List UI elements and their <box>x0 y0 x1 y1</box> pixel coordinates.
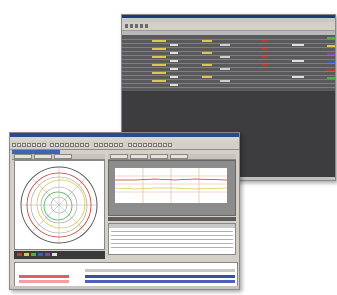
toolbar-button-icon[interactable] <box>148 143 152 147</box>
toolbar-button-icon[interactable] <box>12 143 16 147</box>
toolbar-button-icon[interactable] <box>114 143 118 147</box>
toolbar-button-icon[interactable] <box>22 143 26 147</box>
toolbar-button-icon[interactable] <box>17 143 21 147</box>
legend-swatch-icon <box>38 253 43 256</box>
tab[interactable] <box>150 154 168 159</box>
toolbar-button-icon[interactable] <box>153 143 157 147</box>
toolbar-button-icon[interactable] <box>94 143 98 147</box>
polar-chart-icon <box>20 166 98 244</box>
polar-chart-panel[interactable] <box>14 160 105 250</box>
table-header[interactable] <box>85 269 235 272</box>
status-bar <box>10 286 239 289</box>
toolbar-button-icon[interactable] <box>168 143 172 147</box>
legend-swatch-icon <box>45 253 50 256</box>
tab[interactable] <box>54 154 72 159</box>
toolbar-button-icon[interactable] <box>163 143 167 147</box>
toolbar-button-icon[interactable] <box>70 143 74 147</box>
toolbar-button-icon[interactable] <box>158 143 162 147</box>
event-table[interactable] <box>108 223 236 255</box>
toolbar-button-icon[interactable] <box>109 143 113 147</box>
toolbar-button-icon[interactable] <box>138 143 142 147</box>
legend-swatch-icon <box>17 253 22 256</box>
tab[interactable] <box>34 154 52 159</box>
tab[interactable] <box>170 154 188 159</box>
toolbar-button-icon[interactable] <box>130 24 133 28</box>
toolbar-button-icon[interactable] <box>143 143 147 147</box>
toolbar-button-icon[interactable] <box>75 143 79 147</box>
toolbar-button-icon[interactable] <box>27 143 31 147</box>
toolbar-button-icon[interactable] <box>104 143 108 147</box>
toolbar-button-icon[interactable] <box>65 143 69 147</box>
toolbar-button-icon[interactable] <box>60 143 64 147</box>
table-row[interactable] <box>111 243 233 244</box>
toolbar-button-icon[interactable] <box>99 143 103 147</box>
toolbar-button-icon[interactable] <box>85 143 89 147</box>
toolbar-button-icon[interactable] <box>42 143 46 147</box>
toolbar-button-icon[interactable] <box>145 24 148 28</box>
toolbar <box>122 22 335 31</box>
table-row[interactable] <box>111 235 233 236</box>
list-item[interactable] <box>85 280 235 283</box>
tab[interactable] <box>110 154 128 159</box>
tab[interactable] <box>130 154 148 159</box>
trend-plot-area[interactable] <box>114 168 228 203</box>
toolbar-button-icon[interactable] <box>80 143 84 147</box>
toolbar-button-icon[interactable] <box>140 24 143 28</box>
tab[interactable] <box>14 154 32 159</box>
toolbar-button-icon[interactable] <box>50 143 54 147</box>
toolbar-button-icon[interactable] <box>125 24 128 28</box>
toolbar-button-icon[interactable] <box>128 143 132 147</box>
list-item[interactable] <box>85 275 235 278</box>
plot-scrollbar[interactable] <box>108 217 236 221</box>
trend-plot <box>114 168 228 203</box>
list-item[interactable] <box>19 275 69 278</box>
toolbar-button-icon[interactable] <box>135 24 138 28</box>
table-row[interactable] <box>111 239 233 240</box>
table-row[interactable] <box>111 231 233 232</box>
toolbar-button-icon[interactable] <box>32 143 36 147</box>
monitor-window <box>9 132 240 290</box>
toolbar-button-icon[interactable] <box>119 143 123 147</box>
toolbar-button-icon[interactable] <box>37 143 41 147</box>
data-grid[interactable] <box>122 35 335 91</box>
legend-swatch-icon <box>24 253 29 256</box>
table-row[interactable] <box>111 247 233 248</box>
toolbar-button-icon[interactable] <box>55 143 59 147</box>
table-header[interactable] <box>109 224 235 228</box>
legend-swatch-icon <box>31 253 36 256</box>
legend-swatch-icon <box>52 253 57 256</box>
summary-panel[interactable] <box>14 262 238 289</box>
toolbar-button-icon[interactable] <box>133 143 137 147</box>
list-item[interactable] <box>19 280 69 283</box>
